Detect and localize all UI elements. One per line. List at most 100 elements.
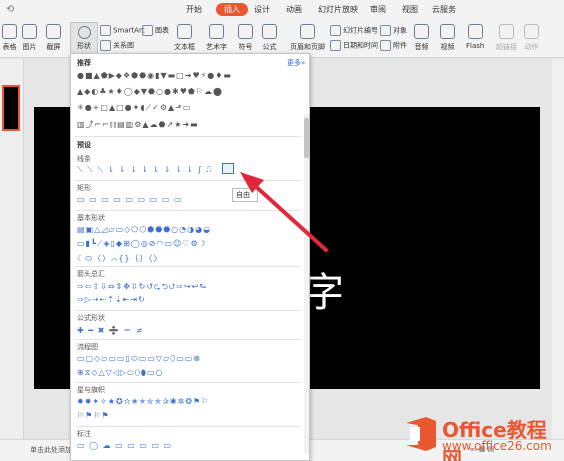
star-shapes-row-2[interactable]: ⚐⚑⚐⚑ xyxy=(77,411,110,420)
dropdown-scrollbar-thumb[interactable] xyxy=(304,118,309,158)
basic-shapes-row-2[interactable]: ▭▮┗⟋◈▯◆⊞◯◎⊘◠▭☺♡⚙☽ xyxy=(77,239,207,249)
formula-icon xyxy=(262,24,277,39)
header-footer-button[interactable]: 页眉和页脚 xyxy=(290,24,325,52)
shape-dropdown: 推荐 更多» ●■▲⬟▶◆❖⬢⬣◉▮▼▬□➜♥⚡●♦▬ ▲◆◐♣★♦◯◆▼⬣○●… xyxy=(70,53,310,461)
tab-cloud[interactable]: 云服务 xyxy=(432,4,456,15)
tab-view[interactable]: 视图 xyxy=(402,4,418,15)
arrow-shapes-row-1[interactable]: ⇨⇦⇧⇩⇔⇕✥⇳↻↺⮎⮌⮍⇨↪↩⮑ xyxy=(77,281,208,295)
divider xyxy=(75,180,301,181)
object-icon xyxy=(380,25,391,36)
textbox-icon xyxy=(177,24,192,39)
attachment-icon xyxy=(380,40,391,51)
screenshot-icon xyxy=(46,24,61,39)
chart-button[interactable]: 图表 xyxy=(142,25,169,36)
watermark-url: www.office26.com xyxy=(442,439,552,453)
rect-shapes-row[interactable]: ▭ ▭ ▭ ▭ ▭ ▭ ▭ ▭ ▭ xyxy=(77,195,182,204)
freeform-tooltip: 自由 xyxy=(232,188,258,202)
video-icon xyxy=(440,24,455,39)
section-callout: 标注 xyxy=(77,430,91,438)
action-button[interactable]: 动作 xyxy=(524,24,539,52)
object-button[interactable]: 对象 xyxy=(380,25,407,36)
datetime-icon xyxy=(330,40,341,51)
tab-design[interactable]: 设计 xyxy=(254,4,270,15)
line-shapes-row[interactable]: ⟍ ⟍ ⟍ ⇂ ⇂ ⇂ ⇂ ⇂ ⇂ ⇂ ⇂ ∫ ⎍ xyxy=(77,165,213,175)
basic-shapes-row-3[interactable]: ☾⬭〈〉⌒{}〔〕〈〉 xyxy=(77,253,163,264)
audio-icon xyxy=(414,24,429,39)
back-icon[interactable]: ⟲ xyxy=(6,4,14,15)
video-button[interactable]: 视频 xyxy=(440,24,455,52)
link-icon xyxy=(499,24,514,39)
flash-icon xyxy=(467,24,483,39)
formula-shapes-row[interactable]: ✚ ━ ✖ ➗ ＝ ≠ xyxy=(77,325,144,336)
section-rect: 矩形 xyxy=(77,184,91,192)
divider xyxy=(75,382,301,383)
smartart-icon xyxy=(100,25,111,36)
recommended-row-3[interactable]: ✳●+□▲□●✦◖⟋✓⚙▲⬏▭ xyxy=(77,103,191,113)
section-stars: 星与旗帜 xyxy=(77,386,105,394)
tab-insert[interactable]: 插入 xyxy=(216,3,248,16)
watermark: Office教程网 www.office26.com xyxy=(404,412,564,461)
callout-shapes-row[interactable]: ▭ ◯ ☁ ▭ ▭ ▭ ▭ ▭ xyxy=(77,441,172,450)
slide-number-icon xyxy=(330,25,341,36)
slide-panel xyxy=(0,59,24,439)
symbol-button[interactable]: 符号 xyxy=(238,24,253,52)
chart-icon xyxy=(142,25,153,36)
freeform-shape-button[interactable] xyxy=(222,163,234,174)
picture-icon xyxy=(22,24,37,39)
shape-icon xyxy=(77,26,91,39)
divider xyxy=(75,426,301,427)
divider xyxy=(75,266,301,267)
table-button[interactable]: 表格 xyxy=(2,24,17,52)
section-formula: 公式形状 xyxy=(77,314,105,322)
tab-animation[interactable]: 动画 xyxy=(286,4,302,15)
flow-shapes-row-2[interactable]: ⊕⧖◇△▽◁▷⬭⬯⬮▭○ xyxy=(77,368,164,378)
relation-button[interactable]: 关系图 xyxy=(100,40,134,51)
recommended-row-2[interactable]: ▲◆◐♣★♦◯◆▼⬣○●✱♥⬟⚐☁⬤ xyxy=(77,87,223,96)
screenshot-button[interactable]: 截屏 xyxy=(46,24,61,52)
arttext-icon xyxy=(209,24,224,39)
basic-shapes-row-1[interactable]: ▤▣△◿▱▭◇⬠⬡⬢⬣⬣○◔◑◕◒ xyxy=(77,225,211,234)
relation-icon xyxy=(100,40,111,51)
slide-thumbnail[interactable] xyxy=(2,85,20,131)
smartart-button[interactable]: SmartArt xyxy=(100,25,145,36)
header-footer-icon xyxy=(300,24,315,39)
symbol-icon xyxy=(238,24,253,39)
divider xyxy=(75,210,301,211)
formula-button[interactable]: 公式 xyxy=(262,24,277,52)
vertical-scrollbar[interactable] xyxy=(552,59,564,439)
preset-title: 预设 xyxy=(77,141,91,149)
dropdown-scrollbar[interactable] xyxy=(304,114,309,454)
shape-button[interactable]: 形状 xyxy=(70,22,98,56)
arttext-button[interactable]: 艺术字 xyxy=(206,24,227,52)
tab-review[interactable]: 审阅 xyxy=(370,4,386,15)
recommended-row-4[interactable]: ▥⤴⌐⌐⫾⫾▤▥⚙▲☁⬣↗★➜▬ xyxy=(77,119,199,130)
audio-button[interactable]: 音频 xyxy=(414,24,429,52)
hyperlink-button[interactable]: 超链接 xyxy=(496,24,517,52)
recommended-title: 推荐 xyxy=(77,59,91,67)
divider xyxy=(75,310,301,311)
star-shapes-row-1[interactable]: ✹✸✦✧★✪✫✬✭✮✯✰✱✲❂⚑⚐ xyxy=(77,397,209,406)
section-arrows: 箭头总汇 xyxy=(77,270,105,278)
flow-shapes-row-1[interactable]: ▭▢◇▱▭▭▯⬭▭▭▽▱⬯▭▭⊗ xyxy=(77,354,201,364)
divider xyxy=(75,136,301,137)
arrow-shapes-row-2[interactable]: ⇨▷⇢⇠⇡⇣⇤⇥↻ xyxy=(77,295,146,304)
textbox-button[interactable]: 文本框 xyxy=(174,24,195,52)
picture-button[interactable]: 图片 xyxy=(22,24,37,52)
section-lines: 线条 xyxy=(77,155,91,163)
recommended-row-1[interactable]: ●■▲⬟▶◆❖⬢⬣◉▮▼▬□➜♥⚡●♦▬ xyxy=(77,71,232,80)
action-icon xyxy=(524,24,539,39)
slide-number-button[interactable]: 幻灯片编号 xyxy=(330,25,378,36)
section-basic: 基本形状 xyxy=(77,214,105,222)
attachment-button[interactable]: 附件 xyxy=(380,40,407,51)
slide-text[interactable]: 字 xyxy=(304,260,344,318)
menu-bar: ⟲ 开始 插入 设计 动画 幻灯片放映 审阅 视图 云服务 xyxy=(0,0,564,20)
office-logo-icon xyxy=(406,417,436,451)
datetime-button[interactable]: 日期和时间 xyxy=(330,40,378,51)
tab-slideshow[interactable]: 幻灯片放映 xyxy=(318,4,358,15)
divider xyxy=(75,339,301,340)
more-link[interactable]: 更多» xyxy=(287,58,305,68)
watermark-brand: Office教程网 xyxy=(442,418,547,461)
flash-button[interactable]: Flash xyxy=(466,24,484,50)
table-icon xyxy=(2,24,17,39)
tab-home[interactable]: 开始 xyxy=(186,4,202,15)
